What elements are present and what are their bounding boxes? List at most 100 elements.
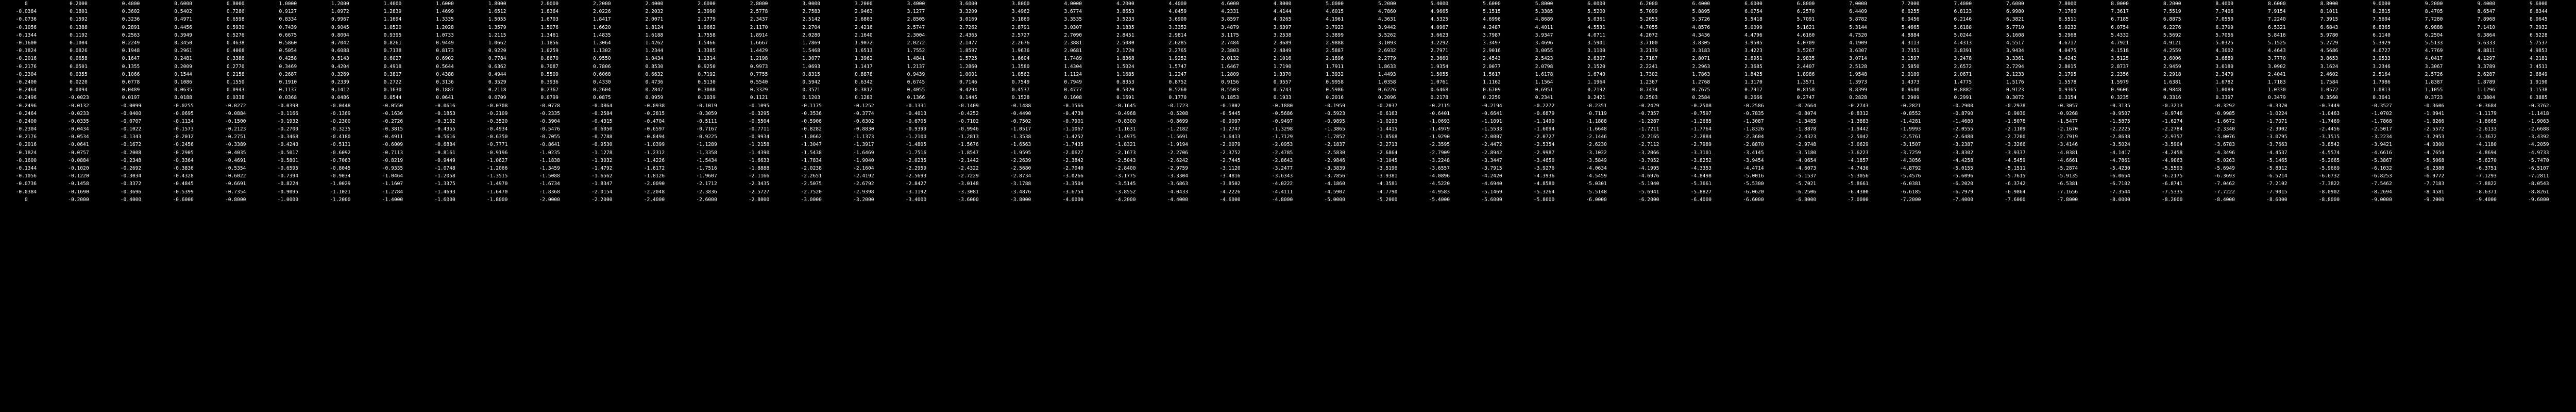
table-cell: 1.0089: [2215, 87, 2234, 93]
table-cell: -6.9864: [2005, 189, 2026, 195]
table-cell: -8.2000: [2161, 196, 2183, 203]
table-cell: -0.0641: [68, 142, 89, 148]
table-cell: -7.0462: [2214, 181, 2235, 187]
table-cell: 2.2676: [1011, 40, 1030, 46]
table-cell: -2.1837: [1324, 142, 1345, 148]
table-cell: -0.6884: [434, 142, 455, 148]
table-cell: -0.9399: [905, 126, 927, 133]
table-cell: 6.9980: [2006, 9, 2024, 15]
table-cell: 2.0226: [593, 9, 611, 15]
table-cell: 1.2367: [1639, 79, 1658, 85]
table-cell: 2.2032: [645, 9, 664, 15]
table-cell: -1.5691: [1167, 134, 1189, 140]
table-cell: -9.6000: [2528, 196, 2549, 203]
table-cell: 4.9665: [1430, 9, 1449, 15]
table-cell: -7.2102: [2266, 181, 2287, 187]
table-cell: -1.4792: [591, 166, 613, 172]
table-cell: 2.5778: [750, 9, 768, 15]
table-cell: -0.1566: [1062, 103, 1083, 109]
table-cell: -3.3304: [1167, 173, 1189, 179]
table-cell: -5.0000: [1324, 196, 1345, 203]
table-cell: -1.8888: [748, 166, 770, 172]
table-cell: -1.2747: [1219, 126, 1241, 133]
table-cell: -0.9196: [486, 150, 508, 156]
table-cell: -0.1959: [1324, 103, 1345, 109]
table-cell: -2.8400: [1115, 166, 1136, 172]
table-cell: 2.8071: [1692, 56, 1710, 62]
table-cell: 3.9442: [1378, 24, 1396, 30]
table-cell: 0.5402: [174, 9, 192, 15]
table-cell: -0.4000: [120, 196, 142, 203]
table-cell: -1.4805: [905, 142, 927, 148]
table-cell: 4.2181: [2529, 56, 2548, 62]
table-cell: 3.6900: [1168, 17, 1187, 23]
table-cell: 7.2240: [2268, 17, 2286, 23]
table-row: -0.1824 0.0826 0.1948 0.2961 0.4008 0.5054 0.6…: [0, 47, 2576, 55]
table-cell: -0.3815: [382, 126, 403, 133]
table-cell: -1.6000: [434, 196, 455, 203]
table-cell: 0.9449: [436, 40, 454, 46]
table-cell: -1.8568: [1377, 134, 1398, 140]
table-cell: -2.2651: [801, 173, 822, 179]
table-cell: -3.3672: [2476, 134, 2497, 140]
table-cell: 0.3936: [540, 79, 559, 85]
table-cell: -2.9987: [1533, 150, 1555, 156]
table-cell: -0.9946: [958, 126, 979, 133]
table-cell: 0.0220: [70, 79, 88, 85]
table-cell: -2.7249: [2565, 125, 2576, 133]
table-cell: -8.6371: [2476, 189, 2497, 195]
table-cell: -0.6163: [1377, 110, 1398, 117]
table-cell: 0.9606: [2111, 87, 2129, 93]
table-cell: -1.9993: [1900, 126, 1921, 133]
table-cell: -1.2058: [434, 173, 455, 179]
table-cell: 1.5024: [1116, 63, 1134, 70]
table-cell: 3.1597: [1901, 56, 1920, 62]
table-cell: 2.5747: [907, 24, 925, 30]
table-cell: 0.9156: [1221, 79, 1239, 85]
table-cell: -3.7259: [1900, 150, 1921, 156]
table-cell: 7.1410: [2477, 24, 2496, 30]
table-cell: -1.0941: [2423, 110, 2445, 117]
table-cell: 0.5260: [1168, 87, 1187, 93]
table-cell: 3.1175: [1221, 32, 1239, 38]
table-cell: 2.6287: [2477, 71, 2496, 77]
table-cell: -4.6616: [2371, 150, 2392, 156]
table-cell: -0.9335: [382, 166, 403, 172]
table-cell: -2.3340: [2214, 126, 2235, 133]
table-cell: 0.7192: [698, 71, 716, 77]
table-cell: -5.0773: [2565, 149, 2576, 157]
table-cell: 0.4944: [488, 71, 506, 77]
table-cell: -1.3032: [591, 157, 613, 163]
table-cell: 0.2961: [174, 48, 192, 54]
table-cell: -2.3752: [1219, 150, 1241, 156]
table-cell: -0.4252: [958, 110, 979, 117]
table-cell: 0.0778: [122, 79, 140, 85]
table-cell: -0.2900: [1952, 103, 1973, 109]
table-cell: 1.1694: [383, 17, 402, 23]
table-cell: -0.0884: [68, 157, 89, 163]
table-cell: 0.1647: [122, 56, 140, 62]
table-cell: -1.0702: [2371, 110, 2392, 117]
table-cell: 0.3136: [436, 79, 454, 85]
table-cell: -2.9357: [2161, 134, 2183, 140]
table-cell: 0.2158: [226, 71, 245, 77]
table-cell: 5.8895: [1692, 9, 1710, 15]
table-cell: 2.2241: [1639, 63, 1658, 70]
table-cell: 4.8689: [1535, 17, 1553, 23]
table-cell: -4.0433: [1167, 189, 1189, 195]
table-cell: -0.5686: [1272, 110, 1293, 117]
table-cell: 3.8000: [1011, 1, 1030, 7]
table-cell: 2.9814: [1168, 32, 1187, 38]
table-cell: 1.3973: [1849, 79, 1867, 85]
table-cell: 0.4918: [383, 63, 402, 70]
table-cell: 0.3072: [2006, 95, 2024, 101]
table-cell: 0.1691: [1116, 95, 1134, 101]
table-cell: -0.3057: [2057, 103, 2078, 109]
table-cell: -4.6940: [1481, 181, 1502, 187]
table-cell: -0.3135: [2109, 103, 2130, 109]
table-cell: 0.5020: [1116, 87, 1134, 93]
table-cell: 0.2118: [488, 87, 506, 93]
table-cell: 0.0641: [436, 95, 454, 101]
table-cell: 0.2178: [1430, 95, 1449, 101]
table-cell: 2.3990: [698, 9, 716, 15]
